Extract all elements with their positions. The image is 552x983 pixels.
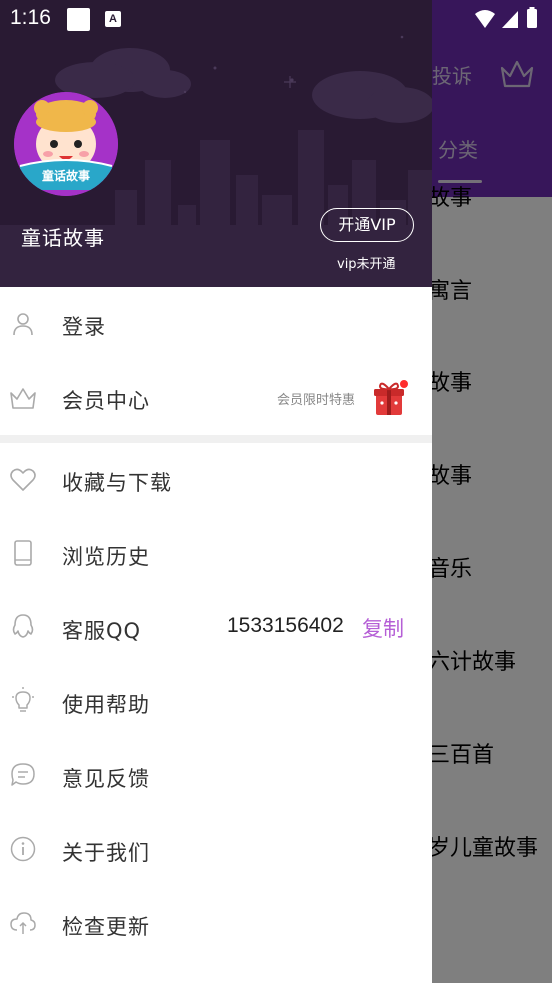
menu-label-feedback: 意见反馈 xyxy=(62,767,150,791)
qq-penguin-icon xyxy=(12,614,34,638)
menu-label-member-center: 会员中心 xyxy=(62,389,150,413)
avatar-illustration: 童话故事 xyxy=(14,92,118,196)
menu-label-about: 关于我们 xyxy=(62,841,150,865)
vip-status-text: vip未开通 xyxy=(337,257,396,272)
menu-label-history: 浏览历史 xyxy=(62,545,150,569)
crown-icon xyxy=(10,388,36,409)
menu-item-member-center[interactable]: 会员中心 xyxy=(0,361,432,435)
status-time: 1:16 xyxy=(10,6,51,29)
notification-icon xyxy=(67,8,90,31)
lightbulb-icon xyxy=(12,687,34,712)
navigation-drawer: 童话故事 童话故事 开通VIP vip未开通 登录 会员中心 会员限时特惠 收藏… xyxy=(0,0,432,983)
menu-item-check-update[interactable]: 检查更新 xyxy=(0,887,432,961)
phone-icon xyxy=(14,540,32,566)
cloud-refresh-icon xyxy=(10,912,36,934)
open-vip-button[interactable]: 开通VIP xyxy=(320,208,414,242)
notification-a-icon: A xyxy=(105,11,121,27)
system-status-icons xyxy=(475,7,537,28)
menu-label-login: 登录 xyxy=(62,315,106,339)
svg-text:童话故事: 童话故事 xyxy=(42,168,90,183)
status-bar: 1:16 A xyxy=(0,0,552,38)
wifi-icon xyxy=(475,10,495,28)
menu-item-about[interactable]: 关于我们 xyxy=(0,813,432,887)
menu-label-help: 使用帮助 xyxy=(62,693,150,717)
info-icon xyxy=(10,836,36,862)
gift-icon[interactable] xyxy=(372,379,410,417)
battery-icon xyxy=(527,9,537,28)
menu-label-check-update: 检查更新 xyxy=(62,915,150,939)
drawer-header: 童话故事 童话故事 开通VIP vip未开通 xyxy=(0,0,432,287)
member-promo-text: 会员限时特惠 xyxy=(277,393,356,408)
user-icon xyxy=(13,313,33,336)
menu-item-help[interactable]: 使用帮助 xyxy=(0,665,432,739)
menu-label-favorites: 收藏与下载 xyxy=(62,471,172,495)
chat-bubble-icon xyxy=(11,763,35,786)
menu-item-favorites[interactable]: 收藏与下载 xyxy=(0,443,432,517)
menu-item-login[interactable]: 登录 xyxy=(0,287,432,361)
menu-label-qq-service: 客服QQ xyxy=(62,619,142,643)
drawer-app-name: 童话故事 xyxy=(21,226,105,250)
menu-item-feedback[interactable]: 意见反馈 xyxy=(0,739,432,813)
section-divider xyxy=(0,435,432,443)
heart-icon xyxy=(10,468,36,491)
signal-icon xyxy=(502,11,518,28)
app-avatar[interactable]: 童话故事 xyxy=(14,92,118,196)
qq-number: 1533156402 xyxy=(227,614,344,637)
menu-item-history[interactable]: 浏览历史 xyxy=(0,517,432,591)
copy-button[interactable]: 复制 xyxy=(362,613,404,643)
